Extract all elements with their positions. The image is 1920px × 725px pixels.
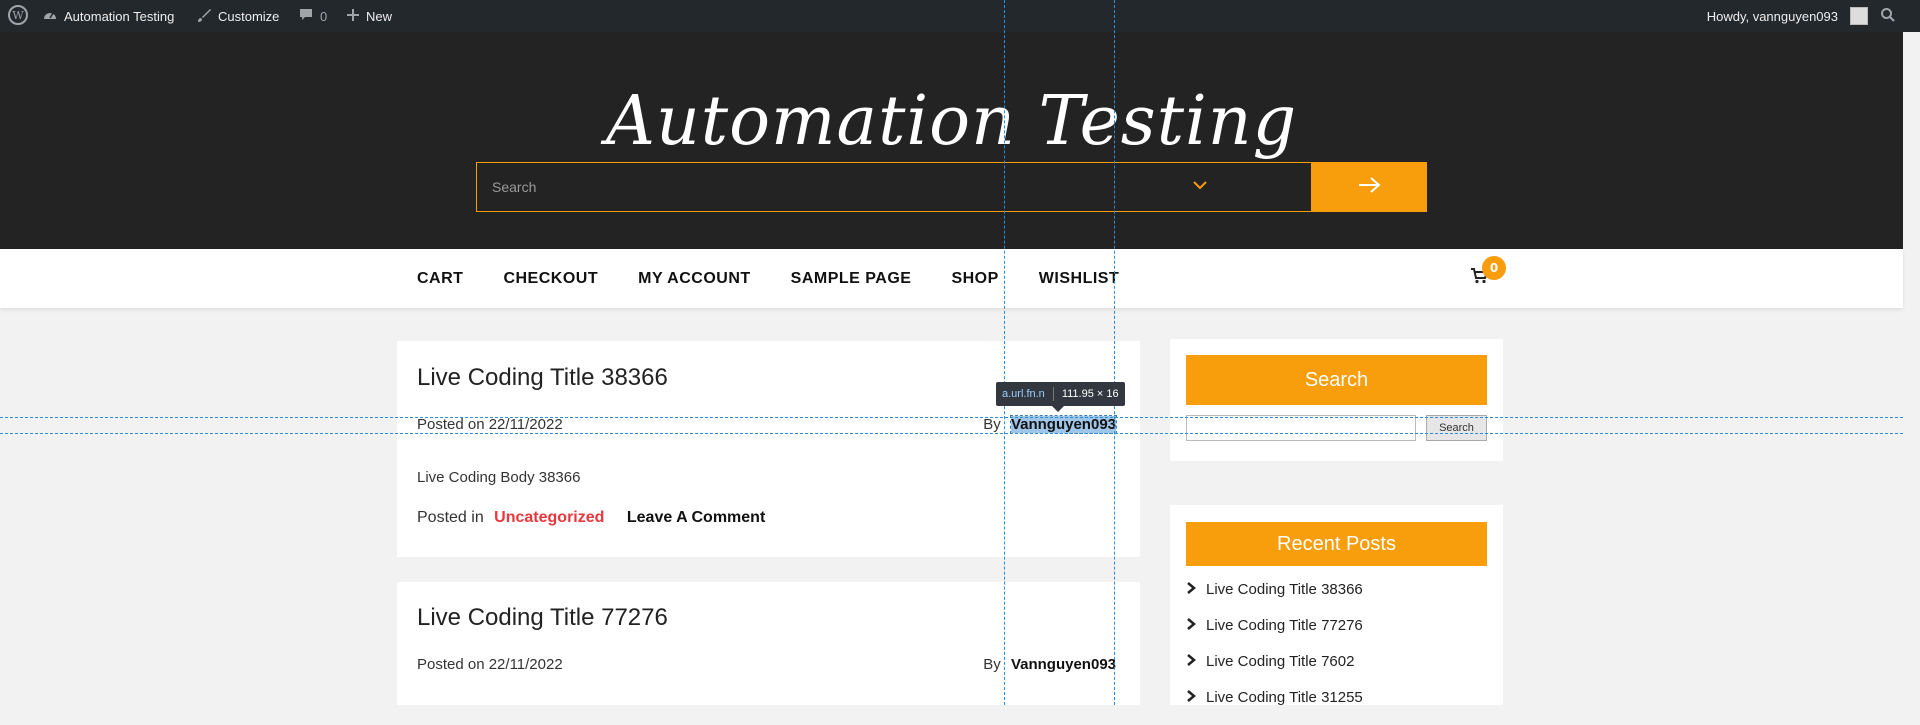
howdy-text: Howdy, vannguyen093 bbox=[1706, 8, 1838, 24]
widget-search-input[interactable] bbox=[1186, 415, 1416, 441]
recent-post-link[interactable]: Live Coding Title 31255 bbox=[1206, 689, 1363, 706]
recent-posts-list: Live Coding Title 38366 Live Coding Titl… bbox=[1186, 581, 1363, 725]
admin-search-button[interactable] bbox=[1880, 0, 1896, 32]
by-label: By bbox=[983, 656, 1001, 673]
list-item[interactable]: Live Coding Title 38366 bbox=[1186, 581, 1363, 617]
recent-posts-widget: Recent Posts Live Coding Title 38366 Liv… bbox=[1170, 505, 1503, 706]
arrow-right-icon bbox=[1357, 175, 1383, 199]
site-title[interactable]: Automation Testing bbox=[0, 82, 1903, 161]
tooltip-arrow bbox=[1052, 406, 1064, 412]
posted-on: Posted on 22/11/2022 bbox=[417, 416, 563, 433]
chevron-right-icon bbox=[1186, 689, 1196, 707]
recent-post-link[interactable]: Live Coding Title 38366 bbox=[1206, 581, 1363, 598]
admin-bar: W Automation Testing Customize 0 New How… bbox=[0, 0, 1920, 32]
recent-post-link[interactable]: Live Coding Title 7602 bbox=[1206, 653, 1354, 670]
new-content-link[interactable]: New bbox=[346, 0, 392, 32]
chevron-right-icon bbox=[1186, 653, 1196, 671]
nav-menu: CART CHECKOUT MY ACCOUNT SAMPLE PAGE SHO… bbox=[417, 249, 1119, 308]
post-card: Live Coding Title 38366 Posted on 22/11/… bbox=[397, 341, 1140, 557]
leave-comment-link[interactable]: Leave A Comment bbox=[627, 509, 765, 526]
posted-on: Posted on 22/11/2022 bbox=[417, 656, 563, 673]
wordpress-icon: W bbox=[8, 4, 28, 28]
dashboard-icon bbox=[42, 7, 58, 26]
nav-item-shop[interactable]: SHOP bbox=[951, 270, 998, 288]
my-account-menu[interactable]: Howdy, vannguyen093 bbox=[1707, 0, 1868, 32]
posted-in-label: Posted in bbox=[417, 509, 484, 526]
by-label: By bbox=[983, 416, 1001, 433]
nav-item-wishlist[interactable]: WISHLIST bbox=[1039, 270, 1119, 288]
list-item[interactable]: Live Coding Title 77276 bbox=[1186, 617, 1363, 653]
svg-text:W: W bbox=[12, 9, 24, 22]
chevron-down-icon[interactable] bbox=[1192, 175, 1208, 196]
plus-icon bbox=[346, 8, 360, 25]
list-item[interactable]: Live Coding Title 7602 bbox=[1186, 653, 1363, 689]
header-search-button[interactable] bbox=[1312, 162, 1427, 212]
author-link[interactable]: Vannguyen093 bbox=[1009, 415, 1118, 434]
admin-site-name: Automation Testing bbox=[64, 8, 175, 24]
post-title[interactable]: Live Coding Title 77276 bbox=[417, 604, 668, 632]
widget-search-button[interactable]: Search bbox=[1426, 415, 1487, 441]
nav-item-my-account[interactable]: MY ACCOUNT bbox=[638, 270, 751, 288]
brush-icon bbox=[196, 7, 212, 26]
chevron-right-icon bbox=[1186, 581, 1196, 599]
post-body: Live Coding Body 38366 bbox=[417, 469, 581, 486]
inspect-tooltip: a.url.fn.n 111.95 × 16 bbox=[996, 382, 1125, 412]
avatar-icon bbox=[1850, 7, 1868, 25]
inspect-guide-vertical bbox=[1004, 0, 1005, 705]
search-icon bbox=[1880, 7, 1896, 26]
customize-label: Customize bbox=[218, 8, 280, 24]
main-navigation: CART CHECKOUT MY ACCOUNT SAMPLE PAGE SHO… bbox=[0, 249, 1903, 308]
inspect-guide-vertical bbox=[1114, 0, 1115, 705]
comments-link[interactable]: 0 bbox=[298, 0, 327, 32]
inspect-guide-horizontal bbox=[0, 417, 1903, 418]
search-widget: Search Search bbox=[1170, 339, 1503, 461]
list-item[interactable]: Live Coding Title 31255 bbox=[1186, 689, 1363, 725]
post-footer-meta: Posted in Uncategorized Leave A Comment bbox=[417, 509, 765, 527]
post-meta: Posted on 22/11/2022 By Vannguyen093 bbox=[417, 415, 1118, 434]
post-meta: Posted on 22/11/2022 By Vannguyen093 bbox=[417, 656, 1116, 673]
wordpress-logo[interactable]: W bbox=[8, 0, 28, 32]
post-card: Live Coding Title 77276 Posted on 22/11/… bbox=[397, 582, 1140, 705]
cart-count-badge: 0 bbox=[1482, 256, 1506, 280]
nav-item-cart[interactable]: CART bbox=[417, 270, 463, 288]
admin-site-link[interactable]: Automation Testing bbox=[42, 0, 174, 32]
chevron-right-icon bbox=[1186, 617, 1196, 635]
header-cart[interactable]: 0 bbox=[1470, 256, 1506, 288]
header-search-input[interactable]: Search bbox=[476, 162, 1312, 212]
nav-item-checkout[interactable]: CHECKOUT bbox=[503, 270, 598, 288]
inspect-guide-horizontal bbox=[0, 433, 1903, 434]
search-placeholder: Search bbox=[492, 179, 537, 195]
new-label: New bbox=[366, 8, 393, 24]
comments-count: 0 bbox=[320, 8, 328, 24]
inspect-dimensions: 111.95 × 16 bbox=[1061, 388, 1119, 400]
recent-post-link[interactable]: Live Coding Title 77276 bbox=[1206, 617, 1363, 634]
inspect-selector: a.url.fn.n bbox=[1002, 388, 1045, 400]
site-header: Automation Testing Search bbox=[0, 32, 1903, 249]
comment-icon bbox=[298, 7, 314, 26]
nav-item-sample-page[interactable]: SAMPLE PAGE bbox=[791, 270, 912, 288]
tooltip-divider bbox=[1052, 387, 1054, 401]
recent-posts-title: Recent Posts bbox=[1186, 522, 1487, 566]
customize-link[interactable]: Customize bbox=[196, 0, 279, 32]
author-link[interactable]: Vannguyen093 bbox=[1011, 656, 1116, 673]
category-link[interactable]: Uncategorized bbox=[494, 509, 604, 526]
post-title[interactable]: Live Coding Title 38366 bbox=[417, 364, 668, 392]
search-widget-title: Search bbox=[1186, 355, 1487, 405]
